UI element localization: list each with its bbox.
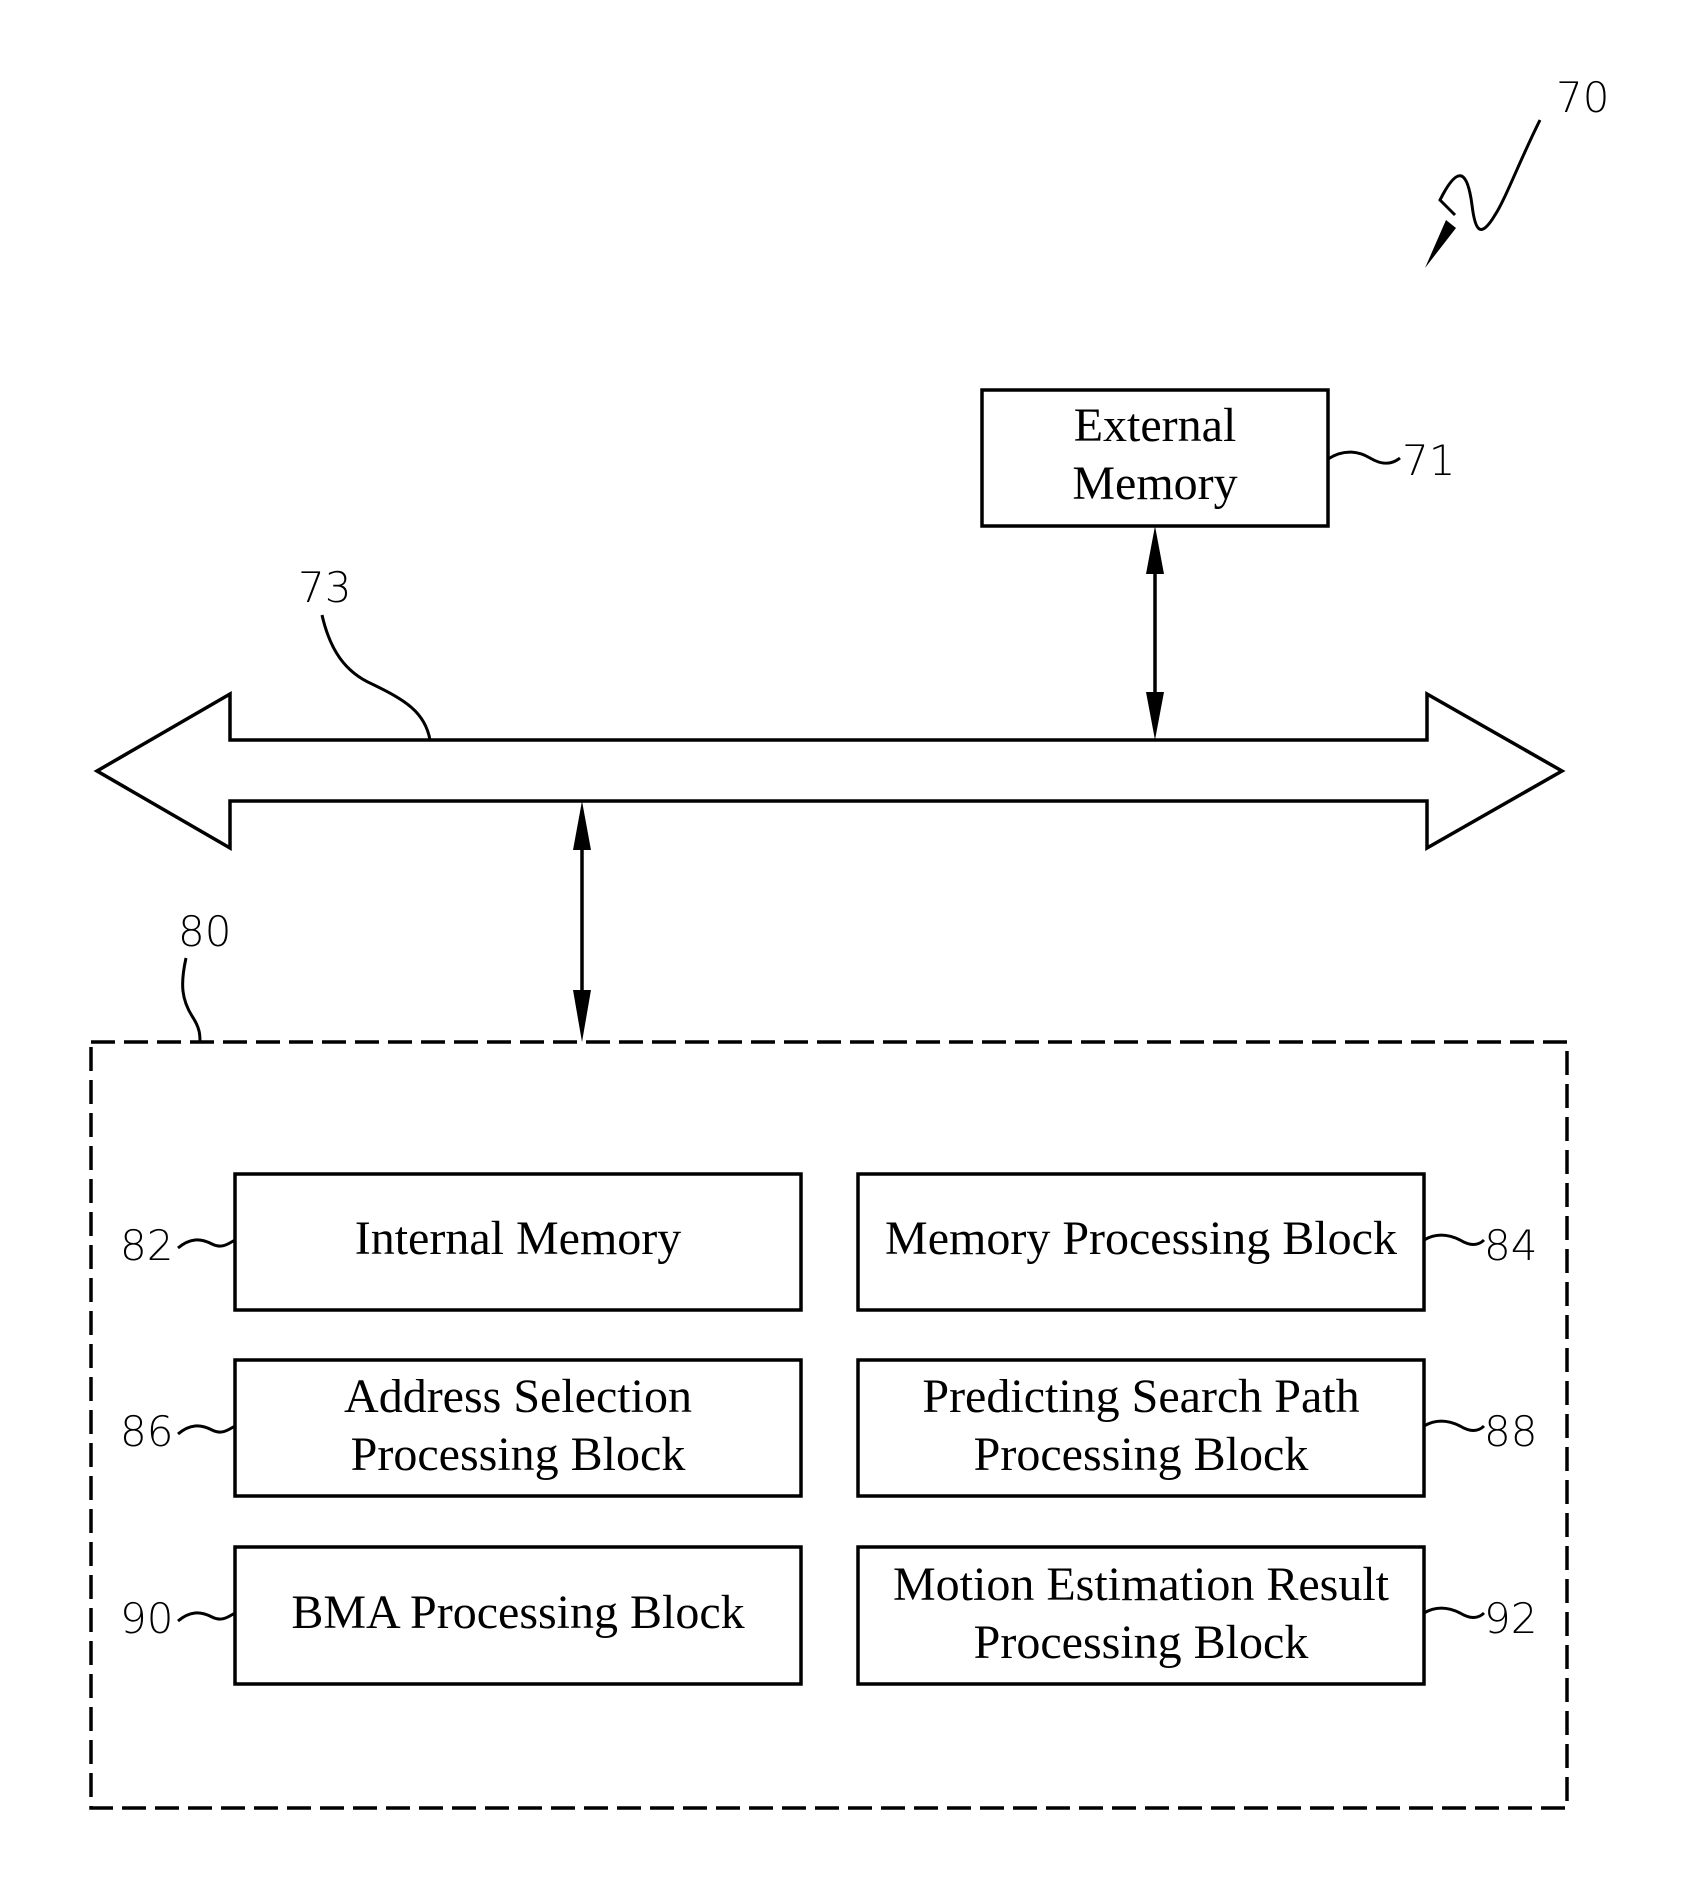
predicting-search-path-line-2: Processing Block — [974, 1428, 1309, 1481]
bma-processing-label: BMA Processing Block — [291, 1586, 744, 1639]
internal-memory-block: Internal Memory 82 — [120, 1172, 803, 1312]
predicting-search-path-leader — [1423, 1419, 1486, 1432]
internal-memory-label: Internal Memory — [355, 1212, 682, 1265]
memory-processing-leader — [1423, 1233, 1486, 1246]
address-selection-line-1: Address Selection — [344, 1370, 692, 1423]
external-memory-line-2: Memory — [1072, 457, 1237, 510]
address-selection-reference: 86 — [120, 1407, 173, 1456]
motion-estimation-result-line-1: Motion Estimation Result — [893, 1558, 1390, 1611]
inner-blocks: Internal Memory 82 Memory Processing Blo… — [120, 1172, 1537, 1686]
figure-reference-label: 70 — [1556, 73, 1609, 122]
motion-estimation-result-leader — [1423, 1606, 1486, 1619]
bus-reference: 73 — [298, 563, 351, 612]
bma-processing-block: BMA Processing Block 90 — [120, 1545, 803, 1686]
arrowhead-up-icon — [573, 801, 591, 850]
bus-module-arrow — [573, 801, 591, 1042]
address-selection-leader — [177, 1424, 236, 1436]
external-memory-bus-arrow — [1146, 526, 1164, 740]
memory-processing-reference: 84 — [1484, 1221, 1537, 1270]
external-memory-block: External Memory 71 — [980, 388, 1455, 528]
figure-arrowhead-icon — [1425, 220, 1456, 268]
arrowhead-down-icon — [573, 990, 591, 1042]
bma-processing-leader — [177, 1611, 236, 1623]
address-selection-line-2: Processing Block — [351, 1428, 686, 1481]
predicting-search-path-line-1: Predicting Search Path — [922, 1370, 1359, 1423]
external-memory-line-1: External — [1074, 399, 1237, 452]
external-memory-reference: 71 — [1402, 436, 1455, 485]
bus-leader — [320, 614, 432, 741]
module-leader — [181, 957, 202, 1043]
internal-memory-reference: 82 — [120, 1221, 173, 1270]
internal-memory-leader — [177, 1238, 236, 1250]
figure-leader-squiggle — [1438, 119, 1542, 231]
motion-estimation-result-line-2: Processing Block — [974, 1616, 1309, 1669]
motion-estimation-result-reference: 92 — [1484, 1594, 1537, 1643]
bus-outline — [93, 690, 1566, 852]
address-selection-block: Address Selection Processing Block 86 — [120, 1358, 803, 1498]
memory-processing-label: Memory Processing Block — [885, 1212, 1397, 1265]
block-diagram: 70 External Memory 71 73 80 Internal Mem… — [89, 73, 1609, 1810]
arrowhead-up-icon — [1146, 526, 1164, 574]
figure-reference: 70 — [1425, 73, 1609, 268]
motion-estimation-result-block: Motion Estimation Result Processing Bloc… — [856, 1545, 1537, 1686]
arrowhead-down-icon — [1146, 692, 1164, 740]
predicting-search-path-reference: 88 — [1484, 1407, 1537, 1456]
module-reference: 80 — [178, 907, 231, 956]
external-memory-leader — [1327, 450, 1401, 465]
bus: 73 — [93, 563, 1566, 852]
memory-processing-block: Memory Processing Block 84 — [856, 1172, 1537, 1312]
predicting-search-path-block: Predicting Search Path Processing Block … — [856, 1358, 1537, 1498]
bma-processing-reference: 90 — [120, 1594, 173, 1643]
